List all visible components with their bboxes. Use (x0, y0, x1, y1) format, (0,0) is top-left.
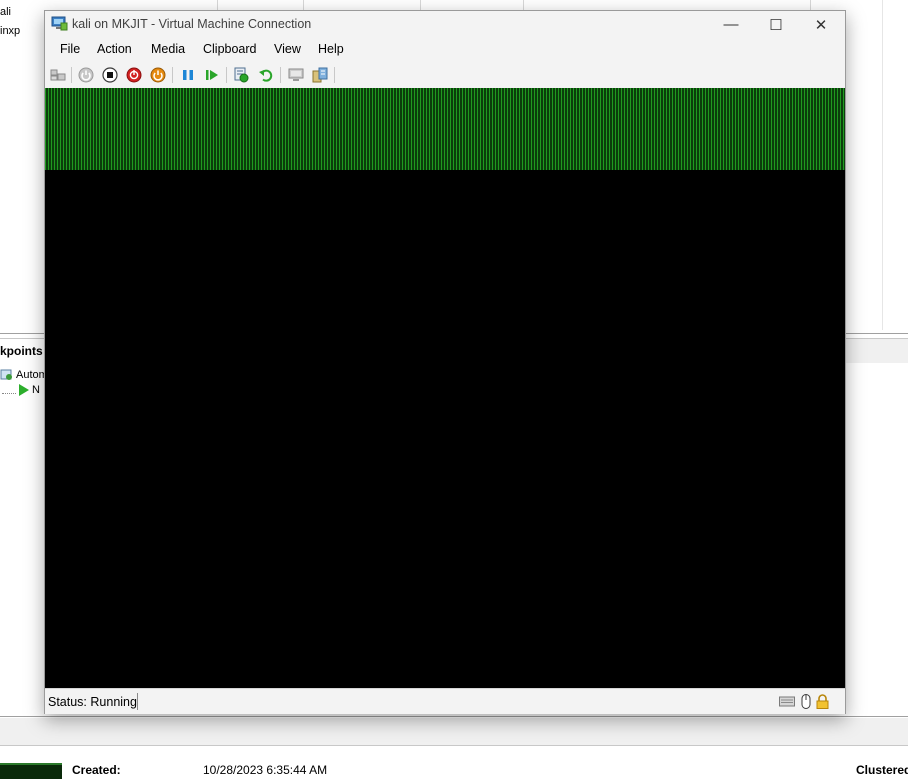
shut-down-button[interactable] (125, 66, 142, 83)
created-label: Created: (72, 763, 121, 777)
status-text: Status: Running (48, 695, 137, 709)
now-item[interactable]: N (2, 384, 40, 396)
resume-button[interactable] (203, 66, 220, 83)
maximize-button[interactable]: ☐ (753, 11, 799, 38)
window-title: kali on MKJIT - Virtual Machine Connecti… (72, 17, 312, 31)
created-value: 10/28/2023 6:35:44 AM (203, 763, 328, 777)
ctrl-alt-del-button[interactable] (49, 66, 66, 83)
now-label: N (32, 384, 40, 396)
column-divider (810, 0, 811, 10)
vm-connection-window: kali on MKJIT - Virtual Machine Connecti… (44, 10, 846, 714)
shut-down-icon (126, 67, 141, 82)
checkpoint-icon (234, 67, 248, 82)
resume-icon (205, 69, 218, 80)
status-divider (137, 693, 138, 710)
vm-list-row-kali[interactable]: ali (0, 6, 11, 18)
toolbar-separator (71, 67, 72, 83)
lock-status (814, 693, 830, 709)
menu-clipboard[interactable]: Clipboard (203, 42, 257, 56)
minimize-button[interactable]: — (708, 11, 754, 38)
lock-icon (816, 693, 828, 709)
toolbar-separator (172, 67, 173, 83)
save-state-icon (150, 67, 165, 82)
revert-icon (258, 69, 272, 82)
mouse-icon (801, 693, 811, 709)
turn-off-button[interactable] (101, 66, 118, 83)
keyboard-status (779, 694, 795, 708)
toolbar (45, 62, 845, 88)
vm-connection-icon (51, 16, 68, 31)
menu-help[interactable]: Help (318, 42, 344, 56)
enhanced-session-icon (288, 68, 303, 81)
toolbar-separator (280, 67, 281, 83)
vm-display[interactable] (45, 88, 845, 688)
details-header-bar (0, 718, 908, 745)
pane-divider (0, 716, 908, 717)
tree-connector (2, 387, 16, 394)
now-play-icon (19, 384, 29, 396)
checkpoints-title: kpoints (0, 344, 43, 358)
share-button[interactable] (311, 66, 328, 83)
status-bar: Status: Running (45, 688, 845, 714)
checkpoint-item[interactable]: Autom (0, 368, 48, 381)
checkpoints-header-bar (844, 338, 908, 363)
start-icon (78, 67, 93, 82)
column-divider (303, 0, 304, 10)
menu-file[interactable]: File (60, 42, 80, 56)
menu-action[interactable]: Action (97, 42, 132, 56)
vm-list-scrollbar[interactable] (882, 0, 883, 330)
clustered-label: Clustered (856, 763, 908, 777)
mouse-status (798, 693, 814, 709)
pane-divider (0, 745, 908, 746)
revert-button[interactable] (257, 66, 274, 83)
column-divider (420, 0, 421, 10)
turn-off-icon (101, 66, 118, 83)
column-divider (523, 0, 524, 10)
menu-media[interactable]: Media (151, 42, 185, 56)
pause-icon (182, 69, 193, 80)
save-button[interactable] (149, 66, 166, 83)
vm-list-row-winxp[interactable]: inxp (0, 25, 20, 37)
column-divider (217, 0, 218, 10)
close-button[interactable]: ✕ (798, 11, 844, 38)
pause-button[interactable] (179, 66, 196, 83)
menu-bar: File Action Media Clipboard View Help (45, 38, 845, 62)
enhanced-session-button[interactable] (287, 66, 304, 83)
keyboard-icon (779, 696, 795, 707)
menu-view[interactable]: View (274, 42, 301, 56)
toolbar-separator (226, 67, 227, 83)
title-bar[interactable]: kali on MKJIT - Virtual Machine Connecti… (45, 11, 845, 38)
checkpoint-node-icon (0, 369, 12, 380)
display-artifact-stripes (45, 88, 845, 170)
checkpoint-button[interactable] (232, 66, 249, 83)
start-button[interactable] (77, 66, 94, 83)
toolbar-separator (334, 67, 335, 83)
ctrl-alt-del-icon (50, 69, 65, 80)
share-icon (312, 67, 327, 82)
